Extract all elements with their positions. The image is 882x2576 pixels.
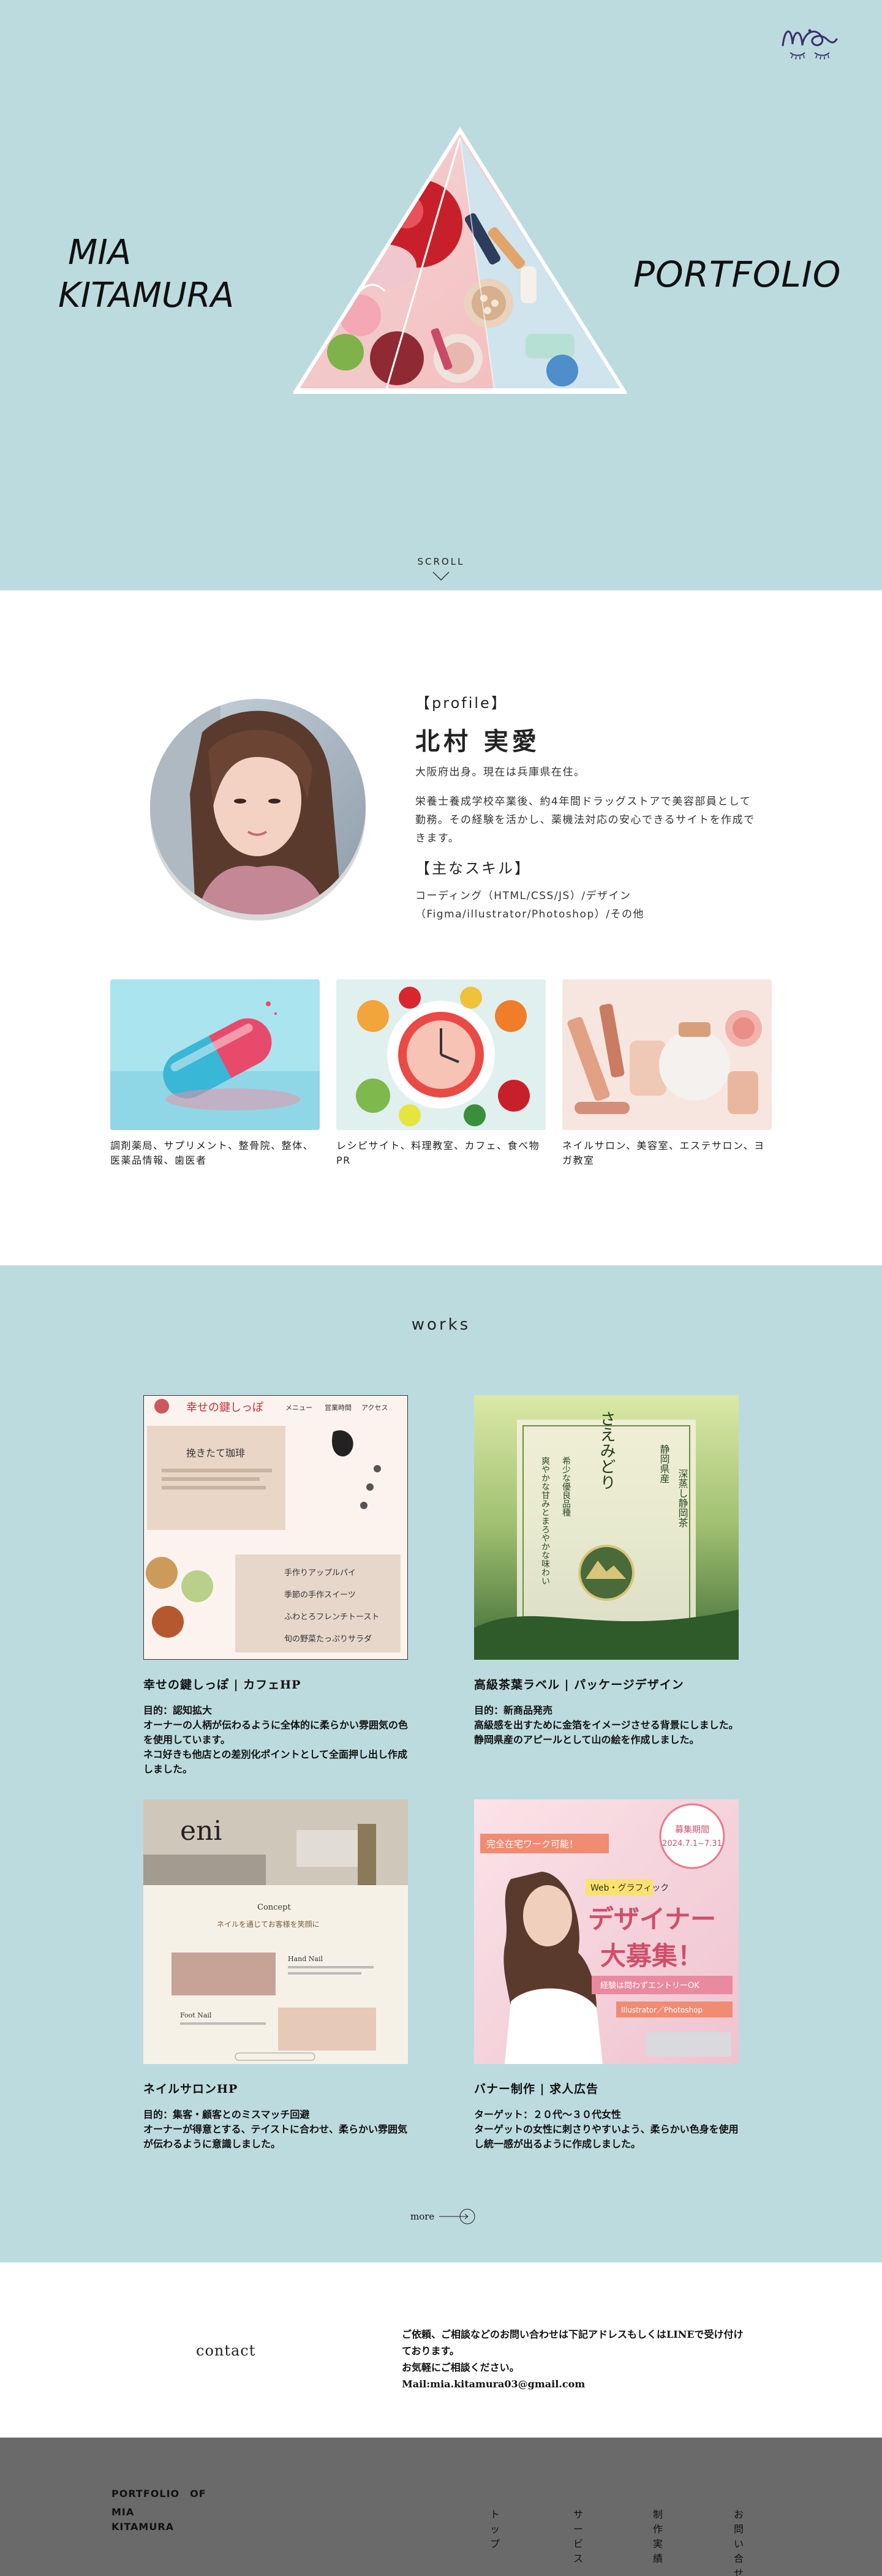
hero-portfolio-title: PORTFOLIO: [633, 254, 842, 295]
skills-heading: 【主なスキル】: [415, 860, 531, 877]
capsule-image: [110, 979, 320, 1130]
cafe-site-thumbnail[interactable]: 幸せの鍵しっぽ メニュー 営業時間 アクセス 挽きたて珈琲 手作りアップルパイ …: [143, 1395, 408, 1660]
category-label: 調剤薬局、サプリメント、整骨院、整体、医薬品情報、歯医者: [110, 1140, 314, 1166]
footer: PORTFOLIO OF MIA KITAMURA トップ サービス 制作実績 …: [0, 2438, 882, 2576]
svg-text:旬の野菜たっぷりサラダ: 旬の野菜たっぷりサラダ: [284, 1635, 372, 1644]
svg-text:手作りアップルパイ: 手作りアップルパイ: [284, 1569, 356, 1578]
contact-section: contact ご依頼、ご相談などのお問い合わせは下記アドレスもしくはLINEで…: [0, 2262, 882, 2438]
work-description: 目的：認知拡大 オーナーの人柄が伝わるように全体的に柔らかい雰囲気の色を使用して…: [143, 1704, 409, 1775]
svg-text:Foot Nail: Foot Nail: [180, 2011, 212, 2019]
nail-site-thumbnail[interactable]: eni Concept ネイルを通じてお客様を笑顔に Hand Nail Foo…: [143, 1799, 408, 2064]
work-card-tea[interactable]: さえみどり 希少な優良品種 爽やかな甘みとまろやかな味わい 静岡県産 深蒸し静岡…: [474, 1395, 739, 1747]
svg-text:挽きたて珈琲: 挽きたて珈琲: [186, 1447, 245, 1459]
svg-text:Hand Nail: Hand Nail: [288, 1955, 323, 1963]
profile-name: 北村 実愛: [415, 728, 540, 756]
category-card-food[interactable]: レシピサイト、料理教室、カフェ、食べ物PR: [336, 979, 546, 1168]
more-label: more: [410, 2211, 435, 2222]
svg-text:デザイナー: デザイナー: [588, 1904, 716, 1934]
chevron-down-icon[interactable]: [432, 571, 450, 582]
svg-text:募集期間: 募集期間: [675, 1825, 709, 1835]
work-card-cafe[interactable]: 幸せの鍵しっぽ メニュー 営業時間 アクセス 挽きたて珈琲 手作りアップルパイ …: [143, 1395, 408, 1777]
footer-nav-service[interactable]: サービス: [573, 2506, 584, 2565]
cafe-shop-name: 幸せの鍵しっぽ: [186, 1401, 263, 1414]
scroll-indicator-label[interactable]: SCROLL: [404, 556, 478, 567]
hero-cosmetics-triangle-image: [293, 127, 627, 394]
arrow-right-circle-icon: [439, 2209, 475, 2224]
svg-text:アクセス: アクセス: [361, 1404, 388, 1412]
nail-logo: eni: [180, 1815, 222, 1847]
hero-section: MIA KITAMURA PORTFOLIO SCROLL: [0, 0, 882, 590]
hero-name-last: KITAMURA: [58, 276, 235, 315]
work-description: ターゲット：２０代〜３０代女性 ターゲットの女性に刺さりやすいよう、柔らかい色身…: [474, 2109, 739, 2150]
food-clock-image: [336, 979, 546, 1130]
footer-nav-top[interactable]: トップ: [490, 2506, 500, 2550]
contact-text: ご依頼、ご相談などのお問い合わせは下記アドレスもしくはLINEで受け付けておりま…: [402, 2326, 745, 2392]
svg-text:大募集！: 大募集！: [600, 1941, 703, 1971]
work-description: 目的：集客・顧客とのミスマッチ回避 オーナーが得意とする、テイストに合わせ、柔ら…: [143, 2109, 408, 2150]
category-card-beauty[interactable]: ネイルサロン、美容室、エステサロン、ヨガ教室: [562, 979, 772, 1168]
recruit-banner-thumbnail[interactable]: 募集期間 2024.7.1~7.31 完全在宅ワーク可能！ Web・グラフィック…: [474, 1799, 739, 2064]
svg-text:ネイルを通じてお客様を笑顔に: ネイルを通じてお客様を笑顔に: [217, 1919, 320, 1929]
hero-name-first: MIA: [68, 233, 132, 273]
profile-avatar: [150, 699, 366, 921]
work-card-nail[interactable]: eni Concept ネイルを通じてお客様を笑顔に Hand Nail Foo…: [143, 1799, 408, 2152]
category-label: ネイルサロン、美容室、エステサロン、ヨガ教室: [562, 1140, 765, 1166]
svg-text:Web・グラフィック: Web・グラフィック: [590, 1883, 669, 1893]
tea-name: さえみどり: [597, 1410, 616, 1490]
svg-text:深蒸し静岡茶: 深蒸し静岡茶: [677, 1469, 688, 1527]
tea-label-thumbnail[interactable]: さえみどり 希少な優良品種 爽やかな甘みとまろやかな味わい 静岡県産 深蒸し静岡…: [474, 1395, 739, 1660]
svg-text:2024.7.1~7.31: 2024.7.1~7.31: [662, 1839, 722, 1848]
footer-nav-works[interactable]: 制作実績: [653, 2506, 663, 2565]
svg-text:爽やかな甘みとまろやかな味わい: 爽やかな甘みとまろやかな味わい: [540, 1456, 550, 1585]
cosmetics-image: [562, 979, 772, 1130]
work-card-banner[interactable]: 募集期間 2024.7.1~7.31 完全在宅ワーク可能！ Web・グラフィック…: [474, 1799, 739, 2152]
svg-text:メニュー: メニュー: [285, 1404, 312, 1412]
signature-logo[interactable]: [778, 21, 839, 64]
svg-text:ふわとろフレンチトースト: ふわとろフレンチトースト: [284, 1613, 379, 1622]
svg-text:経験は問わずエントリーOK: 経験は問わずエントリーOK: [600, 1981, 699, 1990]
more-link[interactable]: more: [410, 2207, 478, 2226]
svg-text:営業時間: 営業時間: [325, 1403, 352, 1412]
contact-title: contact: [196, 2342, 256, 2359]
works-title: works: [411, 1316, 471, 1334]
skills-text: コーディング（HTML/CSS/JS）/デザイン（Figma/illustrat…: [415, 890, 644, 921]
svg-text:季節の手作スイーツ: 季節の手作スイーツ: [284, 1591, 356, 1600]
work-title: 幸せの鍵しっぽ | カフェHP: [143, 1678, 301, 1692]
svg-text:静岡県産: 静岡県産: [658, 1444, 670, 1483]
profile-origin-text: 大阪府出身。現在は兵庫県在住。: [415, 766, 586, 778]
work-title: バナー制作 | 求人広告: [474, 2082, 599, 2096]
work-title: 高級茶葉ラベル | パッケージデザイン: [474, 1678, 684, 1692]
profile-career-text: 栄養士養成学校卒業後、約4年間ドラッグストアで美容部員として勤務。その経験を活か…: [415, 796, 755, 845]
svg-text:希少な優良品種: 希少な優良品種: [561, 1456, 571, 1516]
category-card-medical[interactable]: 調剤薬局、サプリメント、整骨院、整体、医薬品情報、歯医者: [110, 979, 320, 1168]
svg-text:Illustrator／Photoshop: Illustrator／Photoshop: [621, 2006, 703, 2014]
svg-text:Concept: Concept: [257, 1903, 291, 1912]
category-label: レシピサイト、料理教室、カフェ、食べ物PR: [336, 1140, 540, 1166]
hero-name: MIA KITAMURA: [58, 232, 234, 317]
footer-brand[interactable]: PORTFOLIO OF MIA KITAMURA: [111, 2487, 206, 2534]
footer-nav-contact[interactable]: お問い合せ: [734, 2506, 744, 2576]
contact-email[interactable]: Mail:mia.kitamura03@gmail.com: [402, 2376, 745, 2392]
work-description: 目的：新商品発売 高級感を出すために金箔をイメージさせる背景にしました。 静岡県…: [474, 1704, 739, 1746]
works-section: works 幸せの鍵しっぽ メニュー 営業時間 アクセス 挽きたて珈琲 手作りア…: [0, 1265, 882, 2262]
profile-heading: 【profile】: [415, 695, 508, 712]
work-title: ネイルサロンHP: [143, 2082, 238, 2096]
svg-text:完全在宅ワーク可能！: 完全在宅ワーク可能！: [486, 1839, 578, 1850]
profile-section: 【profile】 北村 実愛 大阪府出身。現在は兵庫県在住。 栄養士養成学校卒…: [0, 590, 882, 1265]
